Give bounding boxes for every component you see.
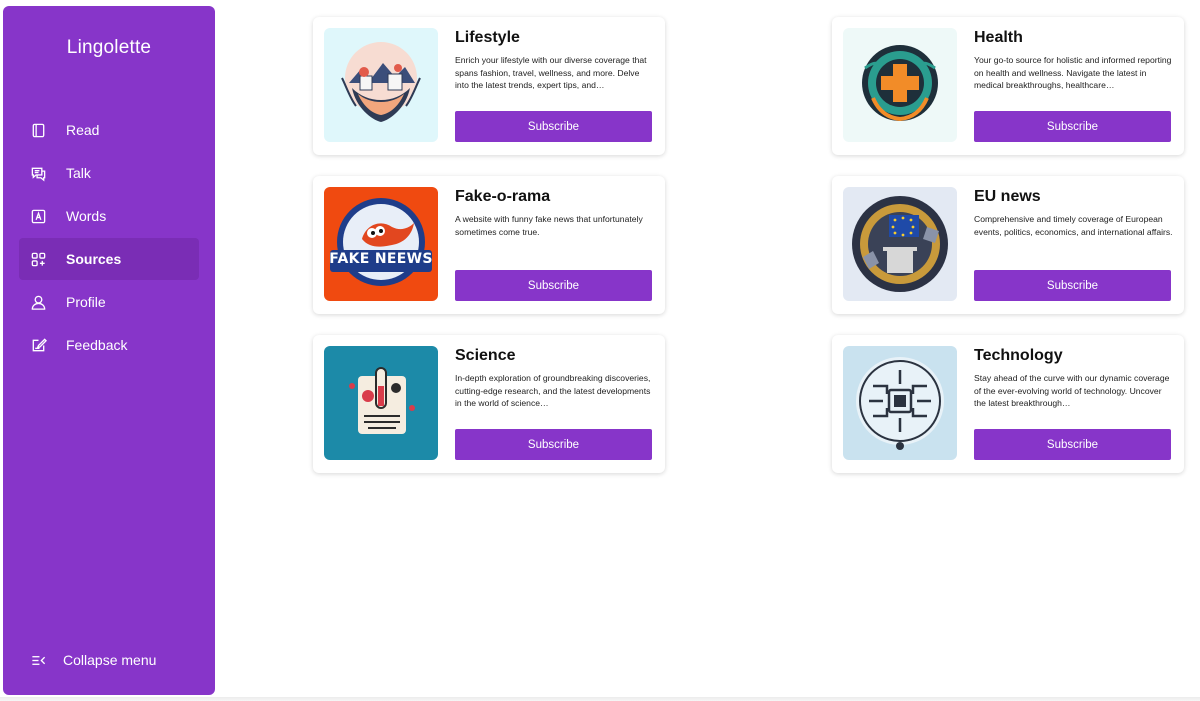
sidebar-item-label: Read xyxy=(66,122,100,138)
collapse-menu-label: Collapse menu xyxy=(63,652,157,668)
subscribe-button[interactable]: Subscribe xyxy=(974,429,1171,460)
collapse-icon xyxy=(29,651,47,669)
chat-icon xyxy=(29,164,47,182)
sidebar-item-feedback[interactable]: Feedback xyxy=(19,324,199,366)
card-title: EU news xyxy=(974,188,1041,205)
app: Lingolette Read Talk Words Sources Profi… xyxy=(0,0,1200,701)
sidebar-item-label: Words xyxy=(66,208,107,224)
card-description: Enrich your lifestyle with our diverse c… xyxy=(455,55,647,91)
feedback-icon xyxy=(29,336,47,354)
source-card-eu-news: EU news Comprehensive and timely coverag… xyxy=(832,176,1184,314)
sidebar-item-read[interactable]: Read xyxy=(19,109,199,151)
eu-news-logo xyxy=(843,187,957,301)
source-card-science: Science In-depth exploration of groundbr… xyxy=(313,335,665,473)
source-card-fake-o-rama: FAKE NEEWS Fake-o-rama A website with fu… xyxy=(313,176,665,314)
card-title: Lifestyle xyxy=(455,29,520,46)
card-title: Fake-o-rama xyxy=(455,188,551,205)
sidebar-item-words[interactable]: Words xyxy=(19,195,199,237)
bottom-divider xyxy=(0,697,1200,701)
card-description: A website with funny fake news that unfo… xyxy=(455,214,643,237)
sidebar-item-label: Talk xyxy=(66,165,91,181)
subscribe-button[interactable]: Subscribe xyxy=(974,111,1171,142)
technology-logo xyxy=(843,346,957,460)
fake-news-logo-text: FAKE NEEWS xyxy=(329,251,433,267)
sidebar-item-sources[interactable]: Sources xyxy=(19,238,199,280)
subscribe-button[interactable]: Subscribe xyxy=(455,270,652,301)
card-title: Health xyxy=(974,29,1023,46)
letter-a-icon xyxy=(29,207,47,225)
card-description: Comprehensive and timely coverage of Eur… xyxy=(974,214,1173,237)
sidebar-item-talk[interactable]: Talk xyxy=(19,152,199,194)
sidebar-item-label: Feedback xyxy=(66,337,128,353)
source-card-lifestyle: Lifestyle Enrich your lifestyle with our… xyxy=(313,17,665,155)
book-icon xyxy=(29,121,47,139)
card-description: Your go-to source for holistic and infor… xyxy=(974,55,1172,91)
sidebar-nav: Read Talk Words Sources Profile Feedback xyxy=(19,109,199,367)
health-logo xyxy=(843,28,957,142)
sidebar-item-label: Profile xyxy=(66,294,106,310)
card-description: In-depth exploration of groundbreaking d… xyxy=(455,373,651,409)
sidebar-item-profile[interactable]: Profile xyxy=(19,281,199,323)
card-title: Technology xyxy=(974,347,1063,364)
science-logo xyxy=(324,346,438,460)
lifestyle-logo xyxy=(324,28,438,142)
sidebar: Lingolette Read Talk Words Sources Profi… xyxy=(3,6,215,695)
source-card-health: Health Your go-to source for holistic an… xyxy=(832,17,1184,155)
source-card-technology: Technology Stay ahead of the curve with … xyxy=(832,335,1184,473)
card-title: Science xyxy=(455,347,516,364)
subscribe-button[interactable]: Subscribe xyxy=(455,429,652,460)
fake-o-rama-logo: FAKE NEEWS xyxy=(324,187,438,301)
subscribe-button[interactable]: Subscribe xyxy=(974,270,1171,301)
brand-logo[interactable]: Lingolette xyxy=(3,37,215,59)
person-icon xyxy=(29,293,47,311)
subscribe-button[interactable]: Subscribe xyxy=(455,111,652,142)
grid-plus-icon xyxy=(29,250,47,268)
sidebar-item-label: Sources xyxy=(66,251,122,267)
collapse-menu-button[interactable]: Collapse menu xyxy=(29,651,156,669)
card-description: Stay ahead of the curve with our dynamic… xyxy=(974,373,1170,409)
